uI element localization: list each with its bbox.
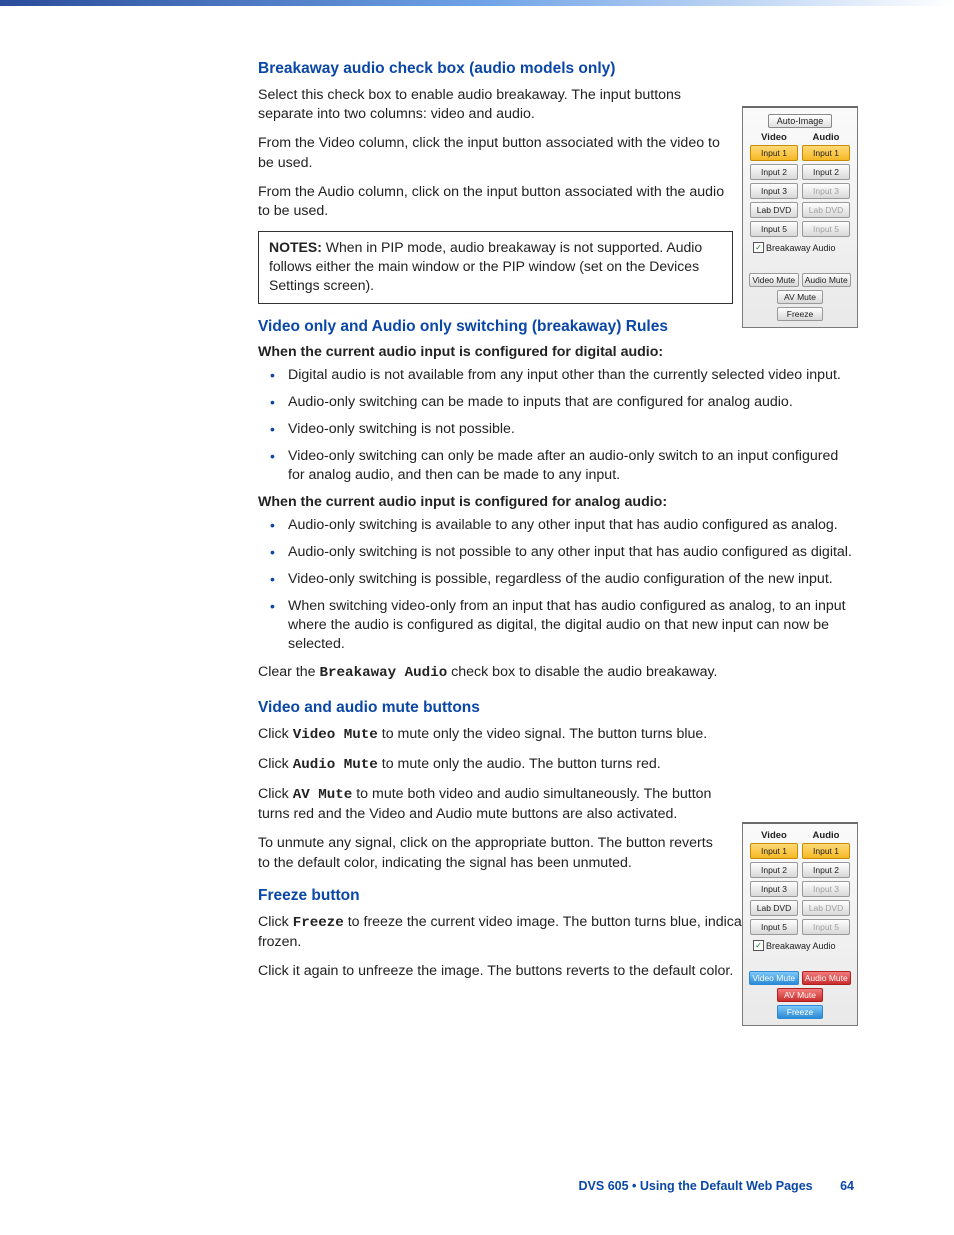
video-column-head: Video — [750, 132, 798, 143]
section1-p1: Select this check box to enable audio br… — [258, 86, 733, 124]
breakaway-audio-checkbox[interactable]: ✓ Breakaway Audio — [753, 940, 851, 951]
video-input-1-button[interactable]: Input 1 — [750, 843, 798, 859]
freeze-button-active[interactable]: Freeze — [777, 1005, 823, 1019]
av-mute-mono: AV Mute — [293, 787, 353, 803]
page-number: 64 — [840, 1179, 854, 1193]
video-input-2-button[interactable]: Input 2 — [750, 164, 798, 180]
footer-text: DVS 605 • Using the Default Web Pages — [579, 1179, 813, 1193]
audio-column-head: Audio — [802, 830, 850, 841]
check-icon: ✓ — [753, 242, 764, 253]
top-accent-bar — [0, 0, 954, 6]
audio-column-head: Audio — [802, 132, 850, 143]
list-item: Video-only switching can only be made af… — [288, 447, 854, 485]
video-input-5-button[interactable]: Input 5 — [750, 919, 798, 935]
freeze-button[interactable]: Freeze — [777, 307, 823, 321]
av-mute-button[interactable]: AV Mute — [777, 290, 823, 304]
video-input-5-button[interactable]: Input 5 — [750, 221, 798, 237]
notes-body: When in PIP mode, audio breakaway is not… — [269, 239, 702, 293]
section3-p2: Click Audio Mute to mute only the audio.… — [258, 755, 718, 775]
section3-p1: Click Video Mute to mute only the video … — [258, 725, 718, 745]
notes-box: NOTES: When in PIP mode, audio breakaway… — [258, 231, 733, 304]
section3-p4: To unmute any signal, click on the appro… — [258, 834, 718, 872]
section1-p3: From the Audio column, click on the inpu… — [258, 183, 733, 221]
section3-title: Video and audio mute buttons — [258, 699, 854, 717]
audio-mute-mono: Audio Mute — [293, 757, 378, 773]
audio-input-2-button[interactable]: Input 2 — [802, 862, 850, 878]
video-mute-button[interactable]: Video Mute — [749, 273, 799, 287]
video-input-3-button[interactable]: Input 3 — [750, 183, 798, 199]
clear-pre: Clear the — [258, 664, 320, 680]
list-item: Video-only switching is not possible. — [288, 420, 854, 439]
video-input-2-button[interactable]: Input 2 — [750, 862, 798, 878]
list-item: Video-only switching is possible, regard… — [288, 570, 854, 589]
video-input-3-button[interactable]: Input 3 — [750, 881, 798, 897]
list-item: Audio-only switching is available to any… — [288, 516, 854, 535]
section1-p2: From the Video column, click the input b… — [258, 134, 733, 172]
audio-input-5-button[interactable]: Input 5 — [802, 919, 850, 935]
av-mute-button-active[interactable]: AV Mute — [777, 988, 823, 1002]
audio-input-4-button[interactable]: Lab DVD — [802, 202, 850, 218]
video-column-head: Video — [750, 830, 798, 841]
video-input-4-button[interactable]: Lab DVD — [750, 900, 798, 916]
freeze-mono: Freeze — [293, 915, 344, 931]
audio-mute-button-active[interactable]: Audio Mute — [802, 971, 852, 985]
digital-list: Digital audio is not available from any … — [258, 366, 854, 486]
audio-input-1-button[interactable]: Input 1 — [802, 145, 850, 161]
clear-post: check box to disable the audio breakaway… — [447, 664, 717, 680]
list-item: When switching video-only from an input … — [288, 597, 854, 655]
audio-input-2-button[interactable]: Input 2 — [802, 164, 850, 180]
audio-input-5-button[interactable]: Input 5 — [802, 221, 850, 237]
video-input-4-button[interactable]: Lab DVD — [750, 202, 798, 218]
section3-p3: Click AV Mute to mute both video and aud… — [258, 785, 718, 824]
section2-sub1: When the current audio input is configur… — [258, 344, 854, 360]
breakaway-audio-checkbox[interactable]: ✓ Breakaway Audio — [753, 242, 851, 253]
analog-list: Audio-only switching is available to any… — [258, 516, 854, 655]
audio-input-3-button[interactable]: Input 3 — [802, 881, 850, 897]
input-panel-screenshot-2: Video Input 1 Input 2 Input 3 Lab DVD In… — [742, 822, 858, 1026]
input-panel-screenshot-1: Auto-Image Video Input 1 Input 2 Input 3… — [742, 106, 858, 328]
list-item: Audio-only switching can be made to inpu… — [288, 393, 854, 412]
audio-input-3-button[interactable]: Input 3 — [802, 183, 850, 199]
notes-label: NOTES: — [269, 239, 322, 255]
video-input-1-button[interactable]: Input 1 — [750, 145, 798, 161]
audio-input-4-button[interactable]: Lab DVD — [802, 900, 850, 916]
video-mute-button-active[interactable]: Video Mute — [749, 971, 799, 985]
list-item: Audio-only switching is not possible to … — [288, 543, 854, 562]
check-icon: ✓ — [753, 940, 764, 951]
page-footer: DVS 605 • Using the Default Web Pages 64 — [579, 1179, 854, 1193]
audio-input-1-button[interactable]: Input 1 — [802, 843, 850, 859]
section2-sub2: When the current audio input is configur… — [258, 494, 854, 510]
video-mute-mono: Video Mute — [293, 727, 378, 743]
list-item: Digital audio is not available from any … — [288, 366, 854, 385]
section1-title: Breakaway audio check box (audio models … — [258, 60, 854, 78]
auto-image-button[interactable]: Auto-Image — [768, 114, 832, 128]
audio-mute-button[interactable]: Audio Mute — [802, 273, 852, 287]
breakaway-audio-mono: Breakaway Audio — [320, 665, 448, 681]
clear-para: Clear the Breakaway Audio check box to d… — [258, 663, 854, 683]
